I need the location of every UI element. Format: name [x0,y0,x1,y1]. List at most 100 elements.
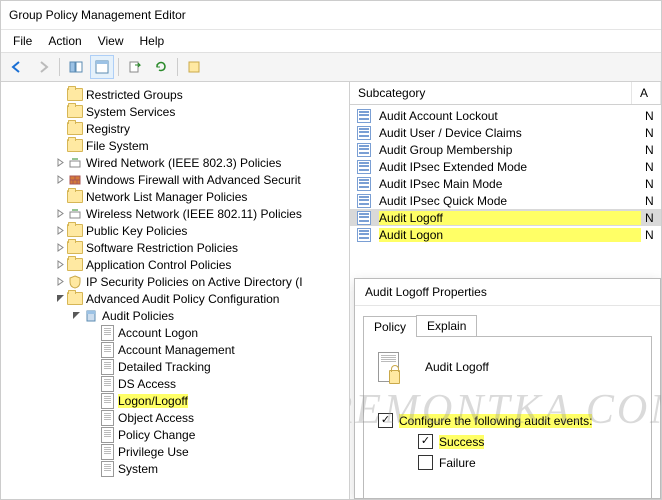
expand-icon[interactable] [53,156,67,170]
menu-help[interactable]: Help [132,32,173,50]
forward-button[interactable] [31,55,55,79]
back-button[interactable] [5,55,29,79]
tree-label: Account Logon [118,326,198,340]
tree-item[interactable]: Privilege Use [1,443,349,460]
list-header[interactable]: Subcategory A [350,82,661,105]
list-row[interactable]: Audit IPsec Quick Mode N [350,192,661,209]
server-icon [83,308,99,324]
doc-icon [99,427,115,443]
expand-icon[interactable] [53,241,67,255]
tree-item[interactable]: Restricted Groups [1,86,349,103]
tree-item[interactable]: Wireless Network (IEEE 802.11) Policies [1,205,349,222]
row-label: Audit IPsec Main Mode [379,177,641,191]
tab-policy[interactable]: Policy [363,316,417,337]
tree-label: Wired Network (IEEE 802.3) Policies [86,156,281,170]
row-value: N [645,228,661,242]
tree-item[interactable]: Account Logon [1,324,349,341]
tree-label: Windows Firewall with Advanced Securit [86,173,301,187]
spacer [85,343,99,357]
refresh-button[interactable] [149,55,173,79]
failure-checkbox[interactable] [418,455,433,470]
tree-item[interactable]: Object Access [1,409,349,426]
list-row[interactable]: Audit Logon N [350,226,661,243]
tree-item[interactable]: IP Security Policies on Active Directory… [1,273,349,290]
folder-icon [67,104,83,120]
tree-item[interactable]: File System [1,137,349,154]
tab-explain[interactable]: Explain [416,315,477,336]
list-row[interactable]: Audit User / Device ClaimsN [350,124,661,141]
doc-icon [99,342,115,358]
doc-icon [99,359,115,375]
row-value: N [645,177,661,191]
col-audit[interactable]: A [632,82,661,104]
list-row[interactable]: Audit Account LockoutN [350,107,661,124]
list-pane: Subcategory A Audit Account LockoutNAudi… [350,82,661,499]
tree-item[interactable]: Registry [1,120,349,137]
tree-pane[interactable]: Restricted Groups System ServicesRegistry… [1,82,350,499]
configure-label: Configure the following audit events: [399,414,592,428]
spacer [85,428,99,442]
folder-icon [67,121,83,137]
expand-icon[interactable] [53,173,67,187]
tree-item[interactable]: System Services [1,103,349,120]
tree-item[interactable]: Logon/Logoff [1,392,349,409]
export-button[interactable] [123,55,147,79]
doc-icon [99,376,115,392]
spacer [85,326,99,340]
folder-icon [67,291,83,307]
tree-label: Policy Change [118,428,195,442]
tree-label: Public Key Policies [86,224,187,238]
show-hide-tree-button[interactable] [64,55,88,79]
tree-item[interactable]: Account Management [1,341,349,358]
audit-icon [356,108,372,124]
tree-item[interactable]: Public Key Policies [1,222,349,239]
separator [118,58,119,76]
row-label: Audit Account Lockout [379,109,641,123]
list-row[interactable]: Audit IPsec Extended ModeN [350,158,661,175]
tree-item[interactable]: Network List Manager Policies [1,188,349,205]
tree-item[interactable]: Wired Network (IEEE 802.3) Policies [1,154,349,171]
expand-icon[interactable] [53,224,67,238]
collapse-icon[interactable] [53,292,67,306]
tree-item[interactable]: Software Restriction Policies [1,239,349,256]
tree-label: Audit Policies [102,309,174,323]
success-checkbox[interactable]: ✓ [418,434,433,449]
tree-item[interactable]: System [1,460,349,477]
expand-icon[interactable] [53,207,67,221]
folder-icon [67,189,83,205]
row-label: Audit Logon [379,228,641,242]
menu-action[interactable]: Action [40,32,89,50]
menu-view[interactable]: View [90,32,132,50]
lock-icon [378,351,410,383]
row-label: Audit Group Membership [379,143,641,157]
spacer [85,445,99,459]
tree-item[interactable]: Windows Firewall with Advanced Securit [1,171,349,188]
list-row[interactable]: Audit Group MembershipN [350,141,661,158]
tree-label: Account Management [118,343,235,357]
separator [59,58,60,76]
window-title: Group Policy Management Editor [9,8,186,22]
collapse-icon[interactable] [69,309,83,323]
expand-icon[interactable] [53,258,67,272]
list-row[interactable]: Audit IPsec Main Mode N [350,175,661,192]
tree-item[interactable]: Advanced Audit Policy Configuration [1,290,349,307]
doc-icon [99,444,115,460]
row-label: Audit IPsec Quick Mode [379,194,641,208]
tree-item[interactable]: Policy Change [1,426,349,443]
tree-item[interactable]: Application Control Policies [1,256,349,273]
properties-button[interactable] [90,55,114,79]
tree-item[interactable]: Audit Policies [1,307,349,324]
tree-item[interactable]: Detailed Tracking [1,358,349,375]
tree-label: System [118,462,158,476]
row-value: N [645,211,661,225]
help-button[interactable] [182,55,206,79]
expand-icon[interactable] [53,275,67,289]
row-value: N [645,194,661,208]
row-label: Audit Logoff [379,211,641,225]
col-subcategory[interactable]: Subcategory [350,82,632,104]
tree-label: System Services [86,105,175,119]
tree-item[interactable]: DS Access [1,375,349,392]
menu-file[interactable]: File [5,32,40,50]
configure-checkbox[interactable]: ✓ [378,413,393,428]
list-row[interactable]: Audit Logoff N [350,209,661,226]
